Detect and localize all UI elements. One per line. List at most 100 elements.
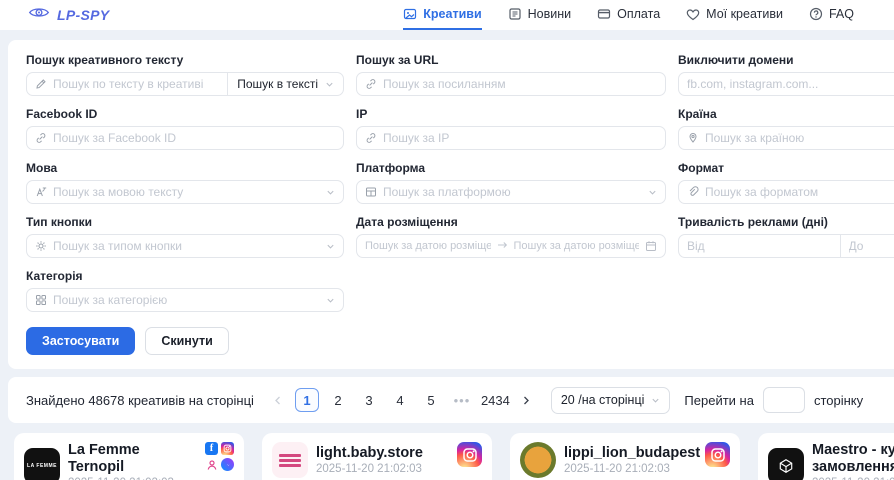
filter-duration: Тривалість реклами (дні) [678, 215, 894, 258]
link-icon [35, 132, 47, 144]
page-number[interactable]: 2 [326, 388, 350, 412]
tab-payment[interactable]: Оплата [597, 0, 660, 30]
page-number[interactable]: 2434 [481, 388, 510, 412]
button-type-select[interactable] [26, 234, 344, 258]
apply-button[interactable]: Застосувати [26, 327, 135, 355]
creative-text-control: Пошук в тексті [26, 72, 344, 96]
url-input[interactable] [383, 77, 657, 91]
card-date: 2025-11-20 21:02:03 [564, 463, 697, 475]
field-label: Країна [678, 107, 894, 121]
field-label: Виключити домени [678, 53, 894, 67]
tab-label: Креативи [423, 7, 481, 21]
tab-news[interactable]: Новини [508, 0, 572, 30]
date-end-input[interactable] [514, 240, 640, 252]
category-input[interactable] [53, 293, 320, 307]
prev-page-button[interactable] [268, 388, 288, 412]
calendar-icon [645, 240, 657, 252]
avatar [272, 442, 308, 478]
filter-language: Мова [26, 161, 344, 204]
tab-label: Мої креативи [706, 7, 783, 21]
field-label: Категорія [26, 269, 344, 283]
credit-card-icon [597, 7, 611, 21]
filter-facebook-id: Facebook ID [26, 107, 344, 150]
creative-card[interactable]: Maestro - кухні, ме замовлення в Ужго 20… [758, 433, 894, 480]
card-title: lippi_lion_budapest [564, 445, 697, 462]
goto-suffix: сторінку [814, 393, 863, 408]
creative-card[interactable]: light.baby.store 2025-11-20 21:02:03 3 d… [262, 433, 492, 480]
results-summary: Знайдено 48678 креативів на сторінці [26, 393, 254, 408]
platform-icons: f [205, 442, 234, 471]
instagram-icon [705, 442, 730, 467]
gear-icon [35, 240, 47, 252]
text-mode-value: Пошук в тексті [237, 77, 318, 91]
category-select[interactable] [26, 288, 344, 312]
avatar: LA FEMME [24, 448, 60, 480]
logo-text: LP-SPY [57, 7, 109, 23]
platform-input[interactable] [383, 185, 642, 199]
field-label: Тип кнопки [26, 215, 344, 229]
filter-platform: Платформа [356, 161, 666, 204]
duration-from-input[interactable] [679, 235, 834, 257]
field-label: Пошук за URL [356, 53, 666, 67]
instagram-icon [221, 442, 234, 455]
format-input[interactable] [705, 185, 894, 199]
tab-label: Оплата [617, 7, 660, 21]
date-range-picker[interactable] [356, 234, 666, 258]
field-label: Формат [678, 161, 894, 175]
exclude-domains-input[interactable] [687, 77, 894, 91]
filter-format: Формат [678, 161, 894, 204]
question-icon [809, 7, 823, 21]
reset-button[interactable]: Скинути [145, 327, 228, 355]
date-start-input[interactable] [365, 240, 491, 252]
next-page-button[interactable] [517, 388, 537, 412]
filter-creative-text: Пошук креативного тексту Пошук в тексті [26, 53, 344, 96]
creative-card[interactable]: lippi_lion_budapest 2025-11-20 21:02:03 … [510, 433, 740, 480]
button-type-input[interactable] [53, 239, 320, 253]
facebook-id-input[interactable] [53, 131, 335, 145]
paperclip-icon [687, 186, 699, 198]
logo[interactable]: LP-SPY [28, 5, 109, 25]
audience-network-icon [205, 458, 218, 471]
page-number[interactable]: 3 [357, 388, 381, 412]
facebook-icon: f [205, 442, 218, 455]
heart-icon [686, 8, 700, 21]
language-input[interactable] [53, 185, 320, 199]
page-number[interactable]: 4 [388, 388, 412, 412]
platform-select[interactable] [356, 180, 666, 204]
page-ellipsis: ••• [450, 388, 474, 412]
chevron-down-icon [651, 396, 660, 405]
country-control [678, 126, 894, 150]
duration-to-input[interactable] [840, 235, 894, 257]
page-size-select[interactable]: 20 /на сторінці [551, 387, 671, 414]
creative-card[interactable]: LA FEMME La Femme Ternopil 2025-11-20 21… [14, 433, 244, 480]
ip-control [356, 126, 666, 150]
pencil-icon [35, 78, 47, 90]
goto-page-input[interactable] [763, 387, 805, 413]
creative-text-input[interactable] [53, 77, 221, 91]
card-title: La Femme Ternopil [68, 442, 197, 475]
tab-my-creatives[interactable]: Мої креативи [686, 0, 783, 30]
text-mode-select[interactable]: Пошук в тексті [227, 73, 343, 95]
main-nav: Креативи Новини Оплата Мої креативи FAQ [403, 0, 854, 30]
card-title: light.baby.store [316, 445, 449, 462]
chevron-down-icon [648, 188, 657, 197]
arrow-right-icon [497, 237, 508, 255]
chevron-down-icon [326, 296, 335, 305]
app-header: LP-SPY Креативи Новини Оплата Мої креати… [0, 0, 894, 30]
tab-faq[interactable]: FAQ [809, 0, 854, 30]
facebook-id-control [26, 126, 344, 150]
page-number[interactable]: 1 [295, 388, 319, 412]
ip-input[interactable] [383, 131, 657, 145]
platform-icons [457, 442, 482, 467]
country-input[interactable] [705, 131, 894, 145]
filter-button-type: Тип кнопки [26, 215, 344, 258]
grid-icon [35, 294, 47, 306]
tab-creatives[interactable]: Креативи [403, 0, 481, 30]
messenger-icon [221, 458, 234, 471]
translate-icon [35, 186, 47, 198]
language-select[interactable] [26, 180, 344, 204]
field-label: Мова [26, 161, 344, 175]
filter-url: Пошук за URL [356, 53, 666, 96]
field-label: IP [356, 107, 666, 121]
page-number[interactable]: 5 [419, 388, 443, 412]
